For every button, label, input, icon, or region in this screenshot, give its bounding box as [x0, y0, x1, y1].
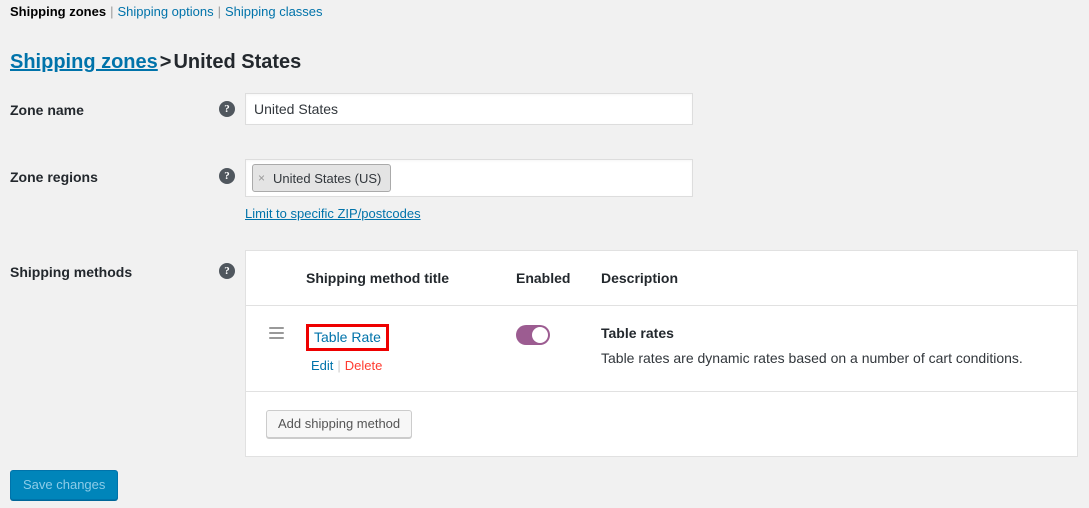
- help-icon-zone-regions[interactable]: ?: [219, 168, 235, 184]
- breadcrumb-current: United States: [173, 51, 302, 74]
- row-actions: Edit | Delete: [306, 358, 516, 374]
- edit-method-link[interactable]: Edit: [311, 358, 333, 373]
- save-changes-button[interactable]: Save changes: [10, 470, 119, 500]
- region-chip[interactable]: × United States (US): [252, 164, 392, 192]
- subnav-separator-2: |: [217, 4, 221, 19]
- row-title-cell: Table Rate Edit | Delete: [306, 324, 516, 374]
- column-header-enabled: Enabled: [516, 270, 571, 286]
- zone-name-label: Zone name: [10, 102, 84, 118]
- table-row: Table Rate Edit | Delete Table rates Table…: [246, 306, 1077, 392]
- row-actions-separator: |: [337, 358, 341, 373]
- method-title-highlight: Table Rate: [306, 324, 389, 351]
- region-chip-label: United States (US): [273, 170, 382, 186]
- breadcrumb-parent-link[interactable]: Shipping zones: [10, 51, 158, 73]
- table-header-row: Shipping method title Enabled Descriptio…: [246, 251, 1077, 306]
- zone-name-input[interactable]: [245, 93, 693, 125]
- method-description-title: Table rates: [601, 325, 674, 341]
- toggle-knob: [532, 327, 548, 343]
- row-description-cell: Table rates Table rates are dynamic rate…: [601, 324, 1077, 368]
- help-icon-shipping-methods[interactable]: ?: [219, 263, 235, 279]
- table-footer: Add shipping method: [246, 392, 1077, 456]
- help-icon-zone-name[interactable]: ?: [219, 101, 235, 117]
- shipping-methods-label: Shipping methods: [10, 264, 133, 280]
- page-title: Shipping zones > United States: [10, 49, 301, 75]
- column-header-title: Shipping method title: [306, 270, 450, 286]
- delete-method-link[interactable]: Delete: [345, 358, 383, 373]
- shipping-subnav: Shipping zones | Shipping options | Shipping…: [10, 3, 323, 21]
- drag-handle-icon[interactable]: [268, 327, 284, 339]
- shipping-methods-table: Shipping method title Enabled Descriptio…: [245, 250, 1078, 457]
- limit-zip-postcodes-link[interactable]: Limit to specific ZIP/postcodes: [245, 206, 421, 221]
- zone-regions-select[interactable]: × United States (US): [245, 159, 693, 197]
- subnav-item-shipping-options[interactable]: Shipping options: [117, 4, 213, 19]
- subnav-item-shipping-zones[interactable]: Shipping zones: [10, 4, 106, 19]
- breadcrumb-separator: >: [159, 51, 172, 74]
- method-enabled-toggle[interactable]: [516, 325, 550, 345]
- column-header-description: Description: [601, 270, 679, 286]
- subnav-item-shipping-classes[interactable]: Shipping classes: [225, 4, 323, 19]
- zone-regions-label: Zone regions: [10, 169, 98, 185]
- row-drag-cell: [246, 324, 306, 339]
- row-enabled-cell: [516, 324, 601, 350]
- remove-region-icon[interactable]: ×: [258, 171, 265, 185]
- method-description-text: Table rates are dynamic rates based on a…: [601, 350, 1023, 366]
- shipping-method-title-link[interactable]: Table Rate: [314, 328, 381, 346]
- subnav-separator-1: |: [110, 4, 114, 19]
- add-shipping-method-button[interactable]: Add shipping method: [266, 410, 413, 438]
